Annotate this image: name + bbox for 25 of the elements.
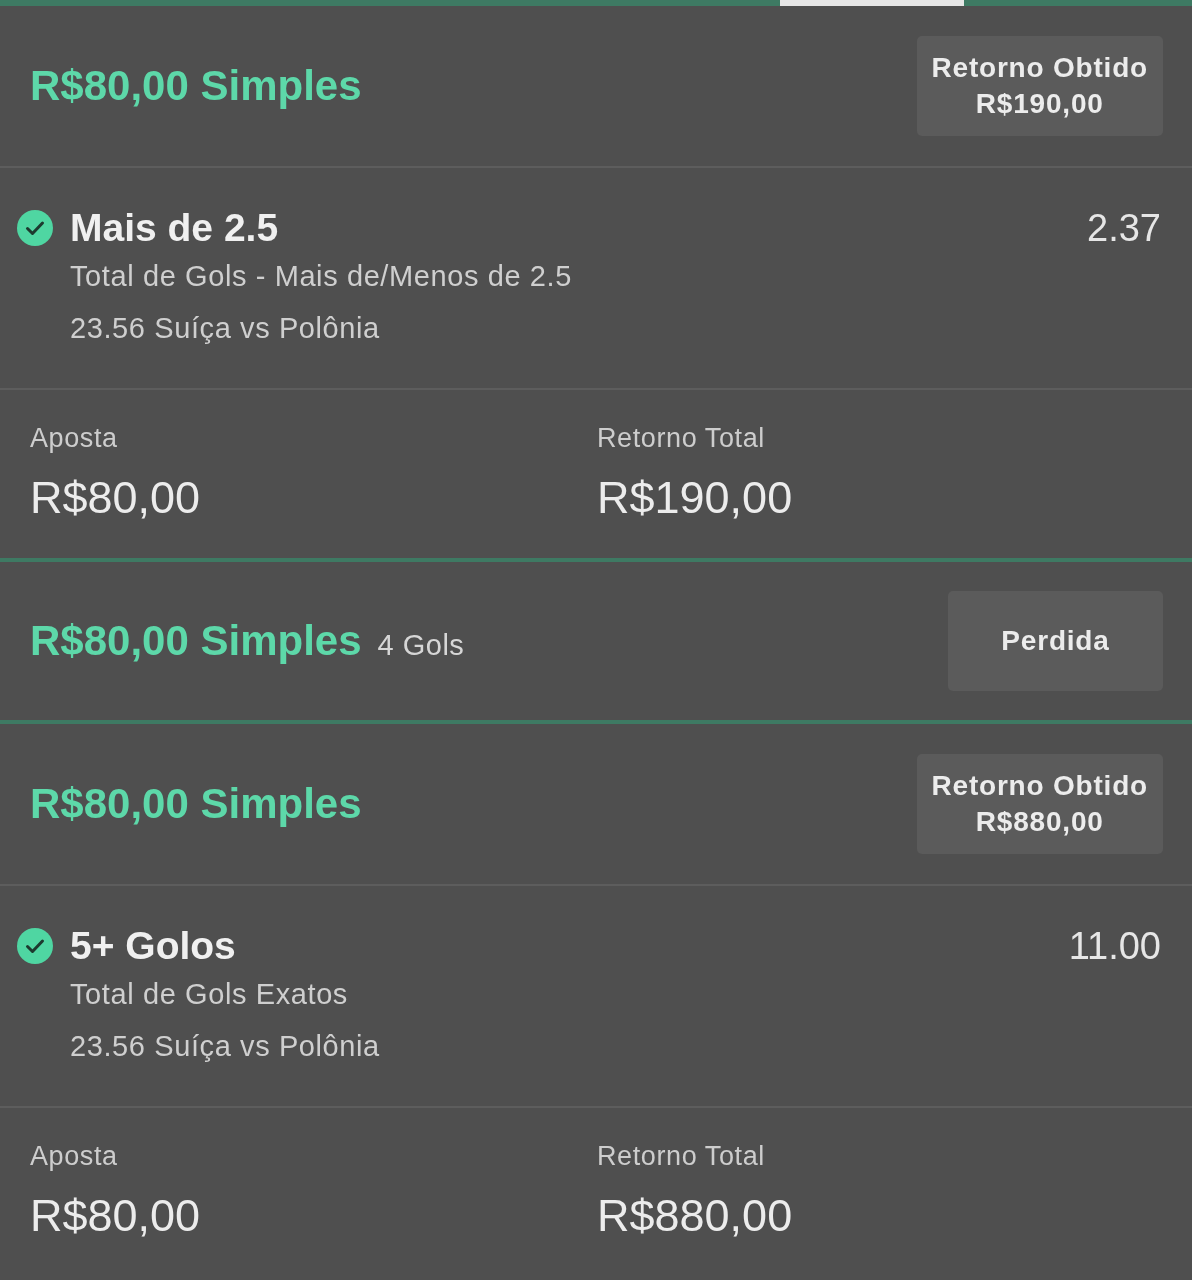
bet-title: R$80,00 Simples — [30, 615, 362, 666]
stake-label: Aposta — [30, 422, 118, 455]
status-label: Perdida — [1001, 624, 1110, 658]
return-value: R$880,00 — [597, 1189, 793, 1243]
status-label: Retorno Obtido — [931, 51, 1148, 85]
match-name: 23.56 Suíça vs Polônia — [70, 1029, 380, 1064]
selection-name: 5+ Golos — [70, 924, 236, 968]
match-name: 23.56 Suíça vs Polônia — [70, 311, 380, 346]
bet-title: R$80,00 Simples — [30, 778, 362, 829]
status-amount: R$880,00 — [975, 805, 1104, 839]
status-amount: R$190,00 — [975, 87, 1104, 121]
bet-subtitle: 4 Gols — [377, 628, 465, 662]
odds-value: 2.37 — [1087, 206, 1161, 250]
stake-value: R$80,00 — [30, 1189, 201, 1243]
status-label: Retorno Obtido — [931, 769, 1148, 803]
return-label: Retorno Total — [597, 1140, 765, 1173]
stake-value: R$80,00 — [30, 471, 201, 525]
stake-label: Aposta — [30, 1140, 118, 1173]
odds-value: 11.00 — [1068, 924, 1161, 968]
selection-name: Mais de 2.5 — [70, 206, 279, 250]
market-name: Total de Gols - Mais de/Menos de 2.5 — [70, 259, 572, 294]
return-label: Retorno Total — [597, 422, 765, 455]
return-value: R$190,00 — [597, 471, 793, 525]
bet-title: R$80,00 Simples — [30, 60, 362, 111]
market-name: Total de Gols Exatos — [70, 977, 348, 1012]
